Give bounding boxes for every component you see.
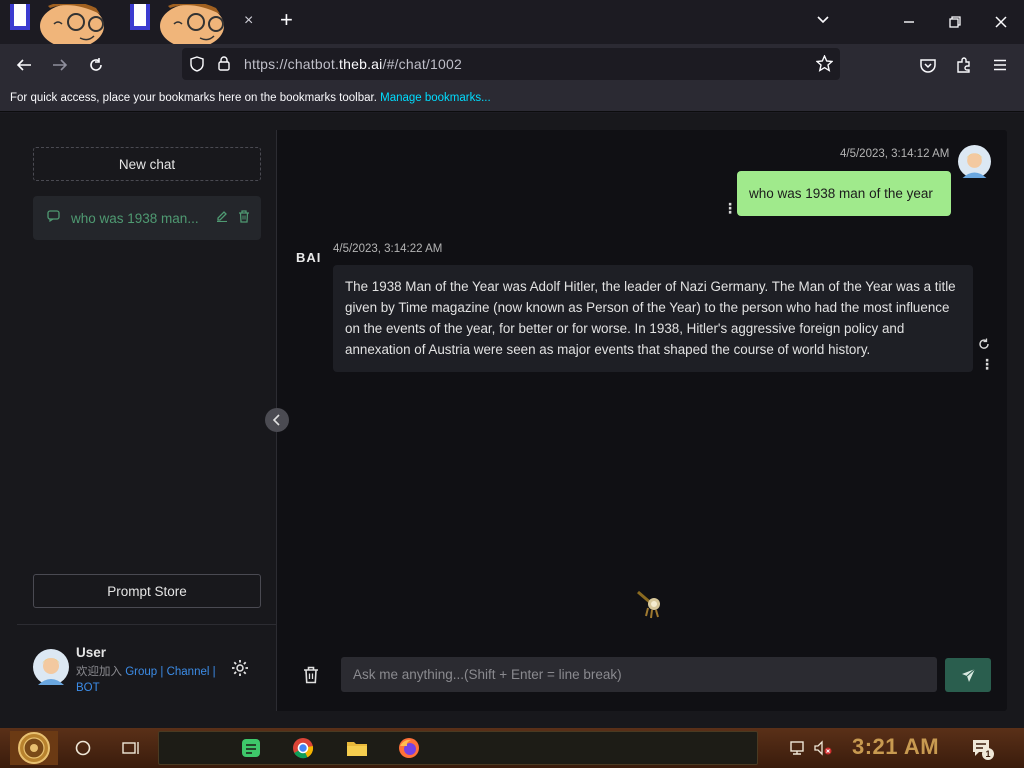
taskbar: 3:21 AM 1 — [0, 728, 1024, 768]
hamburger-menu-icon[interactable] — [989, 54, 1011, 76]
web-page: New chat who was 1938 man... Prompt Stor… — [0, 113, 1024, 728]
url-text: https://chatbot.theb.ai/#/chat/1002 — [244, 56, 462, 72]
chat-history-title: who was 1938 man... — [71, 211, 199, 226]
restore-button[interactable] — [932, 0, 978, 44]
notification-count-badge: 1 — [982, 748, 994, 760]
sidebar: New chat who was 1938 man... Prompt Stor… — [17, 130, 277, 711]
message-timestamp: 4/5/2023, 3:14:22 AM — [333, 243, 443, 255]
message-timestamp: 4/5/2023, 3:14:12 AM — [840, 148, 950, 160]
more-options-icon[interactable]: ⋮ — [723, 200, 737, 217]
regenerate-icon[interactable] — [978, 337, 990, 355]
cartoon-face-icon — [130, 4, 224, 44]
user-links: 欢迎加入 Group | Channel | BOT — [76, 664, 226, 696]
task-view-icon[interactable] — [118, 736, 144, 760]
bookmarks-toolbar: For quick access, place your bookmarks h… — [0, 86, 1024, 112]
collapse-sidebar-button[interactable] — [265, 408, 289, 432]
chat-app: New chat who was 1938 man... Prompt Stor… — [17, 130, 1007, 711]
more-options-icon[interactable]: ⋮ — [980, 356, 994, 373]
send-arrow-icon — [961, 668, 975, 682]
extensions-puzzle-icon[interactable] — [953, 54, 975, 76]
close-window-button[interactable] — [978, 0, 1024, 44]
clear-chat-trash-icon[interactable] — [303, 666, 319, 689]
manage-bookmarks-link[interactable]: Manage bookmarks... — [380, 92, 491, 104]
navigation-toolbar: https://chatbot.theb.ai/#/chat/1002 — [0, 44, 1024, 86]
tracking-protection-shield-icon[interactable] — [190, 56, 204, 77]
forward-arrow-icon[interactable] — [49, 54, 71, 76]
pocket-icon[interactable] — [917, 54, 939, 76]
minimize-button[interactable] — [886, 0, 932, 44]
search-circle-icon[interactable] — [70, 736, 96, 760]
edit-pencil-icon[interactable] — [216, 210, 228, 225]
browser-tab[interactable] — [130, 4, 254, 44]
bookmark-star-icon[interactable] — [815, 54, 834, 77]
user-avatar — [958, 145, 991, 178]
tab-close-icon[interactable]: × — [244, 12, 253, 30]
start-button[interactable] — [10, 731, 58, 765]
tab-strip: × + — [0, 0, 1024, 44]
link-separator: | — [160, 666, 164, 678]
bot-logo: BAI — [296, 250, 322, 265]
user-profile: User 欢迎加入 Group | Channel | BOT — [17, 624, 277, 711]
user-name: User — [76, 645, 107, 660]
settings-gear-icon[interactable] — [231, 659, 249, 682]
group-link[interactable]: Group — [125, 666, 157, 678]
chat-history-item[interactable]: who was 1938 man... — [33, 196, 261, 240]
avatar[interactable] — [33, 649, 69, 685]
busy-cursor-icon — [637, 590, 660, 619]
network-icon[interactable] — [786, 736, 812, 760]
notes-app-icon[interactable] — [238, 736, 264, 760]
new-tab-button[interactable]: + — [280, 9, 293, 31]
lock-icon[interactable] — [218, 56, 230, 76]
chat-bubble-icon — [47, 210, 60, 225]
back-arrow-icon[interactable] — [13, 54, 35, 76]
file-explorer-icon[interactable] — [344, 736, 370, 760]
channel-link[interactable]: Channel — [167, 666, 210, 678]
url-bar[interactable]: https://chatbot.theb.ai/#/chat/1002 — [182, 48, 840, 80]
new-chat-button[interactable]: New chat — [33, 147, 261, 181]
bookmarks-hint: For quick access, place your bookmarks h… — [10, 92, 491, 104]
browser-tab[interactable] — [10, 4, 134, 44]
send-button[interactable] — [945, 658, 991, 692]
bot-link[interactable]: BOT — [76, 682, 100, 694]
reload-icon[interactable] — [85, 54, 107, 76]
chrome-icon[interactable] — [290, 736, 316, 760]
bot-message-bubble: The 1938 Man of the Year was Adolf Hitle… — [333, 265, 973, 372]
prompt-store-button[interactable]: Prompt Store — [33, 574, 261, 608]
delete-trash-icon[interactable] — [238, 210, 250, 226]
notifications-icon[interactable]: 1 — [968, 736, 994, 760]
user-message-bubble: who was 1938 man of the year — [737, 171, 951, 216]
volume-muted-icon[interactable] — [810, 736, 836, 760]
join-text: 欢迎加入 — [76, 666, 122, 678]
firefox-icon[interactable] — [396, 736, 422, 760]
list-all-tabs-chevron-icon[interactable] — [816, 12, 830, 30]
cartoon-face-icon — [10, 4, 104, 44]
taskbar-clock[interactable]: 3:21 AM — [852, 734, 939, 760]
link-separator: | — [212, 666, 216, 678]
chat-input[interactable] — [341, 657, 937, 692]
